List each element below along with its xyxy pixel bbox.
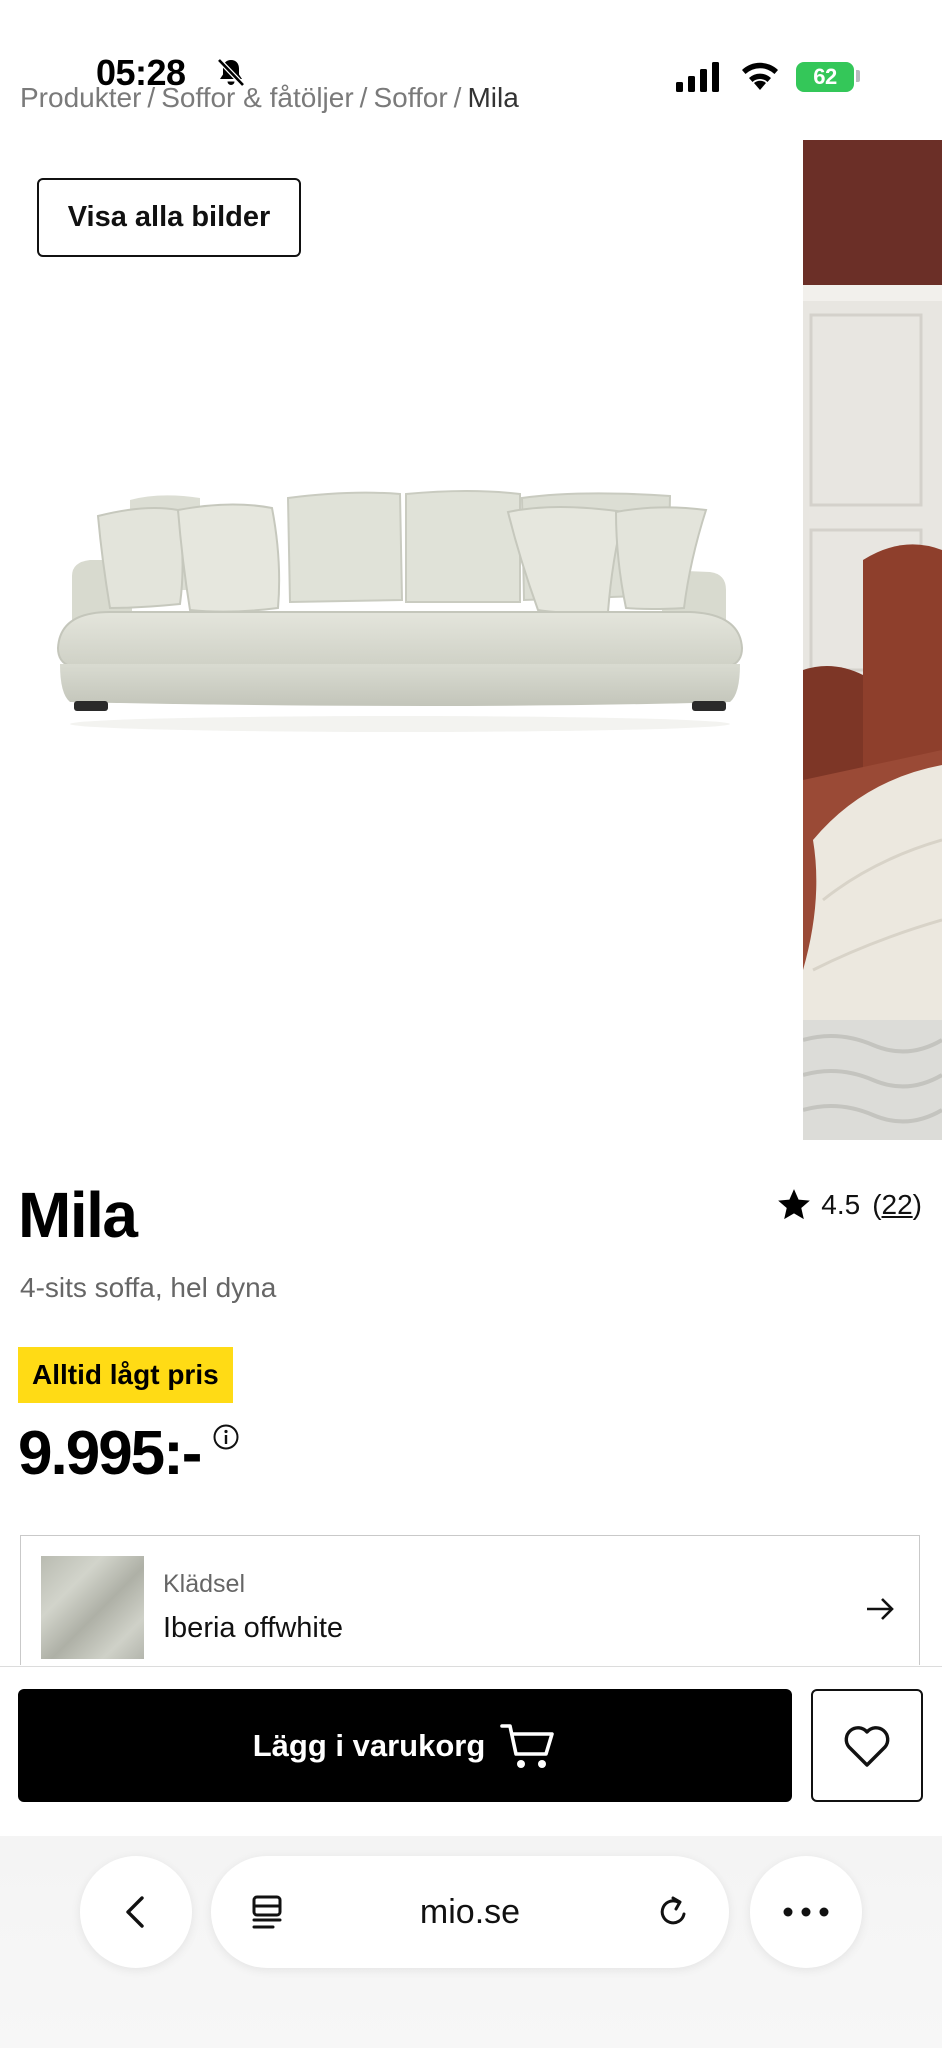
address-bar[interactable]: mio.se bbox=[211, 1856, 729, 1968]
product-subtitle: 4-sits soffa, hel dyna bbox=[20, 1272, 277, 1303]
browser-toolbar: mio.se bbox=[0, 1836, 942, 2048]
chevron-left-icon bbox=[126, 1896, 144, 1928]
add-to-cart-button[interactable]: Lägg i varukorg bbox=[18, 1689, 792, 1802]
breadcrumb: Produkter / Soffor & fåtöljer / Soffor / Mila bbox=[20, 82, 519, 114]
battery-indicator: 62 bbox=[796, 62, 854, 92]
browser-back-button[interactable] bbox=[80, 1856, 192, 1968]
review-count-wrap[interactable]: (22) bbox=[872, 1189, 922, 1221]
info-icon[interactable] bbox=[212, 1423, 240, 1451]
rating-value: 4.5 bbox=[821, 1189, 861, 1220]
product-image-sofa[interactable] bbox=[50, 480, 750, 800]
upholstery-swatch bbox=[41, 1556, 144, 1659]
signal-icon bbox=[676, 62, 719, 92]
wifi-icon bbox=[742, 62, 778, 90]
arrow-right-icon bbox=[867, 1598, 894, 1620]
product-price: 9.995:- bbox=[18, 1419, 202, 1488]
product-rating[interactable]: 4.5 (22) bbox=[775, 1186, 922, 1224]
battery-level: 62 bbox=[813, 64, 837, 89]
breadcrumb-separator: / bbox=[359, 82, 368, 113]
more-icon bbox=[783, 1907, 829, 1917]
sticky-purchase-bar: Lägg i varukorg bbox=[0, 1666, 942, 1836]
star-icon bbox=[778, 1189, 811, 1220]
product-page: Produkter / Soffor & fåtöljer / Soffor / Mila … bbox=[0, 0, 942, 2048]
cart-icon bbox=[500, 1723, 555, 1768]
upholstery-selector[interactable]: Klädsel Iberia offwhite bbox=[20, 1535, 920, 1665]
breadcrumb-item-sofas[interactable]: Soffor bbox=[373, 82, 447, 113]
status-time: 05:28 bbox=[96, 52, 186, 93]
breadcrumb-separator: / bbox=[453, 82, 462, 113]
breadcrumb-item-sofas-armchairs[interactable]: Soffor & fåtöljer bbox=[161, 82, 353, 113]
battery-tip bbox=[856, 70, 860, 82]
url-text[interactable]: mio.se bbox=[211, 1856, 729, 1968]
heart-icon bbox=[844, 1725, 890, 1767]
low-price-badge: Alltid lågt pris bbox=[18, 1347, 233, 1403]
bell-slash-icon bbox=[217, 58, 245, 87]
favorite-button[interactable] bbox=[811, 1689, 923, 1802]
breadcrumb-current: Mila bbox=[467, 82, 519, 113]
reload-icon[interactable] bbox=[653, 1892, 693, 1932]
show-all-images-button[interactable]: Visa alla bilder bbox=[37, 178, 301, 257]
add-to-cart-label: Lägg i varukorg bbox=[252, 1727, 486, 1763]
upholstery-value: Iberia offwhite bbox=[163, 1612, 344, 1644]
review-count-link[interactable]: 22 bbox=[882, 1189, 913, 1220]
product-title: Mila bbox=[18, 1179, 138, 1251]
browser-more-button[interactable] bbox=[750, 1856, 862, 1968]
upholstery-label: Klädsel bbox=[163, 1570, 245, 1598]
product-image-lifestyle[interactable] bbox=[803, 140, 942, 1140]
